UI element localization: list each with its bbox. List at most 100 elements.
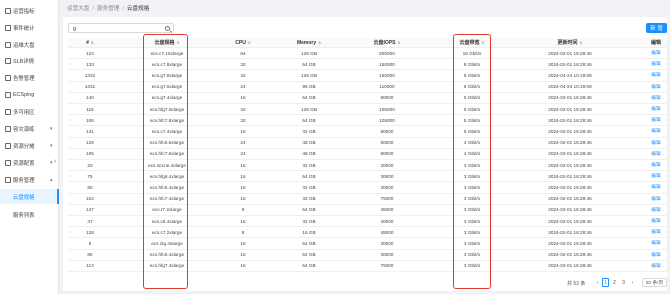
cell-updated: 2024-02-01 16:28:46 xyxy=(548,140,592,146)
edit-link[interactable]: 编辑 xyxy=(646,126,666,136)
edit-link[interactable]: 编辑 xyxy=(646,171,666,181)
pie-icon: pie-icon xyxy=(5,142,11,149)
table-row: 105 ecs.hfc7.6xlarge 24 48 GB 80000 4 Gbit/s 2… xyxy=(68,149,667,160)
header-cpu[interactable]: CPU ⇅ xyxy=(222,38,264,47)
sidebar-item-label: ECSping xyxy=(13,91,35,98)
edit-link[interactable]: 编辑 xyxy=(646,194,666,204)
page-1-button[interactable]: 1 xyxy=(602,278,609,287)
sidebar-item-7[interactable]: shield-icon容灾演练 ▾ xyxy=(0,121,59,136)
cell-updated: 2024-02-01 16:28:46 xyxy=(548,240,592,246)
edit-link[interactable]: 编辑 xyxy=(646,227,666,237)
table-row: 1331 ecs.g7.6xlarge 24 96 GB 110000 6 Gbit/s 2… xyxy=(68,82,667,93)
cell-spec: ecs.hfg7.8xlarge xyxy=(149,106,185,112)
cell-memory: 64 GB xyxy=(302,240,316,246)
edit-link[interactable]: 编辑 xyxy=(646,205,666,215)
sidebar-item-10[interactable]: gear-icon服务管理 ▴ xyxy=(0,172,59,187)
prev-page-button[interactable]: ‹ xyxy=(594,278,601,287)
sidebar-item-8[interactable]: pie-icon资源分摊 ▾ xyxy=(0,138,59,153)
next-page-button[interactable]: › xyxy=(629,278,636,287)
cell-updated: 2024-02-01 16:28:46 xyxy=(548,252,592,258)
breadcrumb-current: 云盘规格 xyxy=(126,6,150,12)
sidebar-item-label: 事件统计 xyxy=(13,25,35,32)
edit-link[interactable]: 编辑 xyxy=(646,115,666,125)
add-button[interactable]: 新 增 xyxy=(646,23,667,33)
sidebar-item-3[interactable]: server-iconSLB详情 xyxy=(0,53,59,68)
sort-icon[interactable]: ⇅ xyxy=(177,41,180,45)
server-icon: server-icon xyxy=(5,57,11,64)
page-2-button[interactable]: 2 xyxy=(611,278,618,287)
cell-updated: 2024-02-01 16:28:46 xyxy=(548,218,592,224)
cell-spec: ecs.hfc6.4xlarge xyxy=(149,184,185,190)
header-index[interactable]: # ⇅ xyxy=(68,38,112,47)
gear-icon: gear-icon xyxy=(5,176,11,183)
search-icon[interactable] xyxy=(165,26,170,31)
sidebar-item-label: 运维大盘 xyxy=(13,42,35,49)
sidebar-item-12[interactable]: 服务列表 xyxy=(0,207,59,222)
cell-memory: 64 GB xyxy=(302,61,316,67)
cell-spec: ecs.hfg6.4xlarge xyxy=(149,173,185,179)
edit-link[interactable]: 编辑 xyxy=(646,104,666,114)
cell-memory: 48 GB xyxy=(302,151,316,157)
header-spec[interactable]: 云盘规格 ⇅ xyxy=(142,38,192,47)
edit-link[interactable]: 编辑 xyxy=(646,182,666,192)
edit-link[interactable]: 编辑 xyxy=(646,59,666,69)
edit-link[interactable]: 编辑 xyxy=(646,138,666,148)
table-card: g 新 增 # ⇅ 云盘规格 ⇅ CPU ⇅ Memory ⇅ 云盘IOPS ⇅ 云盘带宽 ⇅ 更新时间… xyxy=(63,17,667,291)
sort-icon[interactable]: ⇅ xyxy=(318,41,321,45)
sidebar-item-4[interactable]: bell-icon告警管理 xyxy=(0,70,59,85)
edit-link[interactable]: 编辑 xyxy=(646,216,666,226)
cell-updated: 2024-02-01 16:28:46 xyxy=(548,173,592,179)
cell-memory: 48 GB xyxy=(302,140,316,146)
sidebar-item-6[interactable]: network-icon多可用区 xyxy=(0,104,59,119)
sort-icon[interactable]: ⇅ xyxy=(580,41,583,45)
cell-cpu: 16 xyxy=(240,240,246,246)
cell-spec: ecs.r7.2xlarge xyxy=(152,207,182,213)
edit-link[interactable]: 编辑 xyxy=(646,149,666,159)
header-action: 编辑 xyxy=(646,38,666,47)
cell-cpu: 32 xyxy=(240,106,246,112)
sidebar-item-label: 云盘规格 xyxy=(13,194,35,201)
sort-icon[interactable]: ⇅ xyxy=(482,41,485,45)
breadcrumb-parent[interactable]: 服务管理 xyxy=(97,6,119,12)
sort-icon[interactable]: ⇅ xyxy=(398,41,401,45)
header-label: 编辑 xyxy=(650,40,661,46)
chart-icon: chart-icon xyxy=(5,7,11,14)
cell-spec: ecs.sn1ne.4xlarge xyxy=(147,162,187,168)
sidebar-item-9[interactable]: settings-icon资源配置 ▾ xyxy=(0,155,59,170)
sort-icon[interactable]: ⇅ xyxy=(91,41,94,45)
edit-link[interactable]: 编辑 xyxy=(646,93,666,103)
header-iops[interactable]: 云盘IOPS ⇅ xyxy=(359,38,415,47)
header-memory[interactable]: Memory ⇅ xyxy=(284,38,334,47)
sort-icon[interactable]: ⇅ xyxy=(248,41,251,45)
header-updated[interactable]: 更新时间 ⇅ xyxy=(538,38,602,47)
collapse-sidebar-icon[interactable]: ‹ xyxy=(54,158,56,165)
sidebar-item-0[interactable]: chart-icon运营指标 xyxy=(0,3,59,18)
cell-iops: 30000 xyxy=(380,240,394,246)
cell-index: 129 xyxy=(86,140,94,146)
sidebar-item-1[interactable]: bar-chart-icon事件统计 xyxy=(0,20,59,35)
total-count: 共 53 条 xyxy=(567,281,586,287)
page-3-button[interactable]: 3 xyxy=(620,278,627,287)
cell-bandwidth: 8 Gbit/s xyxy=(463,72,481,78)
edit-link[interactable]: 编辑 xyxy=(646,160,666,170)
cell-spec: ecs.hfc7.8xlarge xyxy=(149,117,185,123)
edit-link[interactable]: 编辑 xyxy=(646,82,666,92)
sidebar-item-11[interactable]: 云盘规格 xyxy=(0,189,59,204)
search-value[interactable]: g xyxy=(73,26,76,32)
breadcrumb-home[interactable]: 运营大盘 xyxy=(67,6,89,12)
cell-index: 1332 xyxy=(84,72,96,78)
cell-bandwidth: 3 Gbit/s xyxy=(463,252,481,258)
shield-icon: shield-icon xyxy=(5,125,11,132)
sidebar-item-2[interactable]: dashboard-icon运维大盘 xyxy=(0,37,59,52)
edit-link[interactable]: 编辑 xyxy=(646,70,666,80)
page-size-select[interactable]: 20 条/页 xyxy=(642,278,667,287)
sidebar-item-5[interactable]: ping-iconECSping xyxy=(0,87,59,102)
edit-link[interactable]: 编辑 xyxy=(646,250,666,260)
table-row: 47 ecs.c6.4xlarge 16 32 GB 40000 3 Gbit/s 2024… xyxy=(68,216,667,228)
edit-link[interactable]: 编辑 xyxy=(646,261,666,271)
edit-link[interactable]: 编辑 xyxy=(646,238,666,248)
edit-link[interactable]: 编辑 xyxy=(646,48,666,58)
search-input[interactable]: g xyxy=(68,23,174,33)
cell-iops: 45000 xyxy=(380,207,394,213)
header-bandwidth[interactable]: 云盘带宽 ⇅ xyxy=(452,38,492,47)
